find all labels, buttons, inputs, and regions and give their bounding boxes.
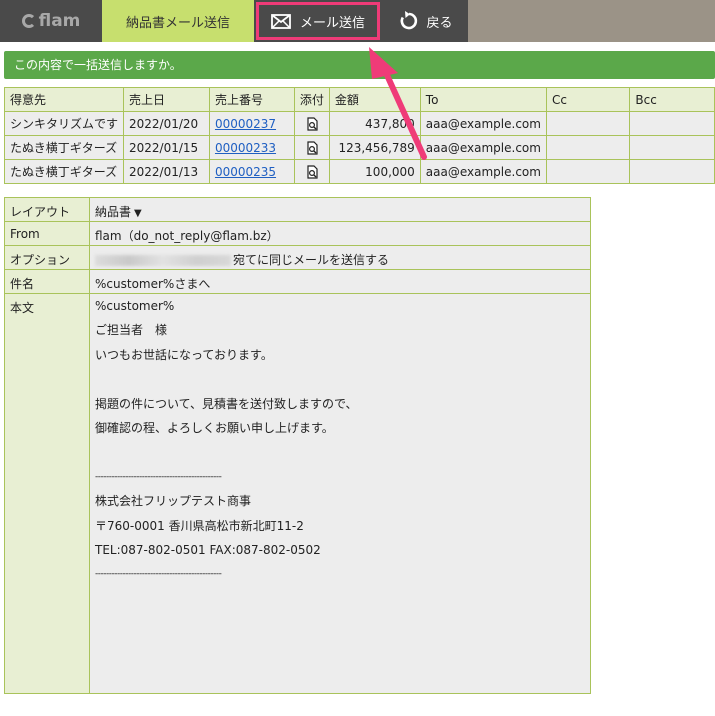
- cell-to: aaa@example.com: [419, 159, 547, 184]
- cell-date: 2022/01/15: [123, 135, 210, 160]
- send-mail-label: メール送信: [299, 15, 365, 31]
- form-row-option: オプション 宛てに同じメールを送信する: [4, 245, 591, 270]
- table-header-row: 得意先 売上日 売上番号 添付 金額 To Cc Bcc: [3, 87, 715, 112]
- col-header-bcc: Bcc: [629, 87, 715, 112]
- col-header-attach: 添付: [293, 87, 330, 112]
- cell-attach: [293, 135, 330, 160]
- body-line: ----------------------------------------…: [95, 471, 222, 482]
- cell-amount: 123,456,789: [328, 135, 421, 160]
- confirm-message: この内容で一括送信しますか。: [4, 51, 715, 79]
- tab-delivery-mail[interactable]: 納品書メール送信: [102, 0, 254, 42]
- chevron-down-icon: ▼: [134, 208, 142, 219]
- form-row-body: 本文 %customer% ご担当者 様 いつもお世話になっております。 掲題の…: [4, 293, 591, 694]
- cell-to: aaa@example.com: [419, 135, 547, 160]
- cell-customer: たぬき横丁ギターズ: [3, 159, 125, 184]
- mail-form-table: レイアウト 納品書 ▼ From flam（do_not_reply@flam.b…: [4, 197, 591, 694]
- body-line: 御確認の程、よろしくお願い申し上げます。: [95, 420, 334, 435]
- cell-to: aaa@example.com: [419, 111, 547, 136]
- layout-select-value: 納品書: [95, 205, 132, 219]
- sales-number-link[interactable]: 00000233: [215, 141, 276, 155]
- body-line: 掲題の件について、見積書を送付致しますので、: [95, 396, 358, 411]
- col-header-number: 売上番号: [208, 87, 295, 112]
- layout-label: レイアウト: [4, 197, 90, 222]
- attachment-icon[interactable]: [306, 117, 318, 131]
- cell-amount: 100,000: [328, 159, 421, 184]
- cell-bcc: [629, 135, 715, 160]
- cell-amount: 437,800: [328, 111, 421, 136]
- cell-attach: [293, 111, 330, 136]
- send-mail-button[interactable]: メール送信: [256, 2, 380, 40]
- cell-cc: [545, 135, 631, 160]
- body-text: %customer% ご担当者 様 いつもお世話になっております。 掲題の件につ…: [89, 293, 591, 694]
- cell-cc: [545, 159, 631, 184]
- from-value: flam（do_not_reply@flam.bz）: [89, 221, 591, 246]
- col-header-customer: 得意先: [3, 87, 125, 112]
- cell-date: 2022/01/13: [123, 159, 210, 184]
- body-line: ----------------------------------------…: [95, 569, 222, 580]
- body-line: %customer%: [95, 299, 175, 313]
- option-value: 宛てに同じメールを送信する: [233, 253, 390, 267]
- body-line: 〒760-0001 香川県高松市新北町11-2: [95, 518, 304, 533]
- cell-customer: たぬき横丁ギターズ: [3, 135, 125, 160]
- cell-bcc: [629, 111, 715, 136]
- table-row: シンキタリズムです 2022/01/20 00000237 437,800 aa…: [3, 111, 715, 136]
- subject-value: %customer%さまへ: [89, 269, 591, 294]
- form-row-layout: レイアウト 納品書 ▼: [4, 197, 591, 222]
- table-row: たぬき横丁ギターズ 2022/01/15 00000233 123,456,78…: [3, 135, 715, 160]
- sales-number-link[interactable]: 00000237: [215, 117, 276, 131]
- from-label: From: [4, 221, 90, 246]
- logo-text: flam: [38, 11, 81, 31]
- cell-cc: [545, 111, 631, 136]
- logo[interactable]: flam: [0, 0, 102, 42]
- col-header-to: To: [419, 87, 547, 112]
- body-line: ご担当者 様: [95, 323, 168, 338]
- body-line: TEL:087-802-0501 FAX:087-802-0502: [95, 542, 321, 557]
- attachment-icon[interactable]: [306, 165, 318, 179]
- cell-customer: シンキタリズムです: [3, 111, 125, 136]
- attachment-icon[interactable]: [306, 141, 318, 155]
- form-row-subject: 件名 %customer%さまへ: [4, 269, 591, 294]
- cell-attach: [293, 159, 330, 184]
- table-row: たぬき横丁ギターズ 2022/01/13 00000235 100,000 aa…: [3, 159, 715, 184]
- col-header-date: 売上日: [123, 87, 210, 112]
- layout-select[interactable]: 納品書 ▼: [95, 205, 142, 219]
- body-line: いつもお世話になっております。: [95, 347, 273, 362]
- back-button[interactable]: 戻る: [384, 0, 468, 42]
- invoice-list-table: 得意先 売上日 売上番号 添付 金額 To Cc Bcc シンキタリズムです 2…: [3, 87, 715, 184]
- back-label: 戻る: [426, 15, 453, 31]
- cell-number: 00000237: [208, 111, 295, 136]
- cell-number: 00000235: [208, 159, 295, 184]
- col-header-amount: 金額: [328, 87, 421, 112]
- cell-bcc: [629, 159, 715, 184]
- cell-number: 00000233: [208, 135, 295, 160]
- nav-spacer: [468, 0, 715, 42]
- body-line: [95, 445, 585, 469]
- form-row-from: From flam（do_not_reply@flam.bz）: [4, 221, 591, 246]
- option-label: オプション: [4, 245, 90, 270]
- envelope-icon: [271, 13, 291, 29]
- col-header-cc: Cc: [545, 87, 631, 112]
- refresh-back-icon: [401, 11, 418, 30]
- body-label: 本文: [4, 293, 90, 694]
- sales-number-link[interactable]: 00000235: [215, 165, 276, 179]
- subject-label: 件名: [4, 269, 90, 294]
- option-cell: 宛てに同じメールを送信する: [89, 245, 591, 270]
- layout-cell: 納品書 ▼: [89, 197, 591, 222]
- body-line: 株式会社フリップテスト商事: [95, 494, 252, 509]
- redacted-address: [95, 255, 231, 266]
- flam-logo-icon: [21, 14, 36, 28]
- body-line: [95, 372, 585, 396]
- cell-date: 2022/01/20: [123, 111, 210, 136]
